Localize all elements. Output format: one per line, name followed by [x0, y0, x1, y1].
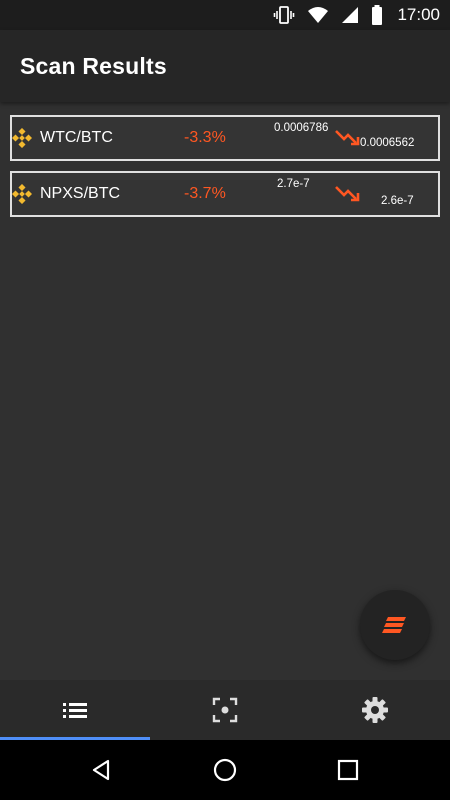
status-time: 17:00 — [397, 5, 440, 24]
price-old: 2.7e-7 — [277, 178, 310, 190]
page-title: Scan Results — [20, 52, 167, 79]
trending-down-icon — [335, 186, 360, 202]
results-list: WTC/BTC -3.3% 0.0006786 0.0006562 NPXS/B… — [10, 115, 440, 227]
system-nav — [0, 740, 450, 800]
tab-scan[interactable] — [150, 680, 300, 740]
signal-icon — [341, 6, 359, 24]
back-icon — [92, 759, 109, 781]
pair-label: WTC/BTC — [40, 129, 113, 146]
trending-down-icon — [335, 130, 360, 146]
vibrate-icon — [273, 6, 295, 24]
status-bar: 17:00 — [0, 0, 450, 30]
list-icon — [63, 703, 87, 718]
battery-icon — [371, 5, 383, 25]
change-percent: -3.3% — [184, 129, 226, 146]
fab-button[interactable] — [360, 590, 430, 660]
price-new: 2.6e-7 — [381, 195, 414, 207]
wifi-icon — [307, 6, 329, 24]
screen: 17:00 Scan Results WTC/BTC -3.3% 0.00067… — [0, 0, 450, 800]
home-icon — [213, 758, 237, 782]
list-item[interactable]: WTC/BTC -3.3% 0.0006786 0.0006562 — [10, 115, 440, 161]
pair-label: NPXS/BTC — [40, 185, 121, 202]
stack-icon — [382, 617, 406, 633]
list-item[interactable]: NPXS/BTC -3.7% 2.7e-7 2.6e-7 — [10, 171, 440, 217]
app-bar: Scan Results — [0, 30, 450, 102]
binance-icon — [12, 184, 32, 204]
settings-icon — [362, 697, 388, 723]
change-percent: -3.7% — [184, 185, 226, 202]
price-new: 0.0006562 — [360, 137, 415, 149]
recents-button[interactable] — [323, 745, 373, 795]
bottom-nav — [0, 680, 450, 740]
tab-settings[interactable] — [300, 680, 450, 740]
back-button[interactable] — [77, 745, 127, 795]
tab-results[interactable] — [0, 680, 150, 740]
scan-icon — [212, 697, 238, 723]
home-button[interactable] — [200, 745, 250, 795]
binance-icon — [12, 128, 32, 148]
price-old: 0.0006786 — [274, 122, 329, 134]
recents-icon — [338, 759, 359, 781]
